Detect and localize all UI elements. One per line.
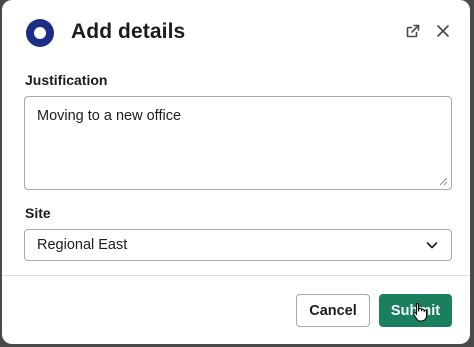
popout-button[interactable] [402, 20, 424, 42]
cancel-button[interactable]: Cancel [296, 294, 370, 327]
close-button[interactable] [432, 20, 454, 42]
submit-button[interactable]: Submit [379, 294, 452, 327]
external-link-icon [406, 24, 420, 38]
close-icon [437, 25, 449, 37]
justification-textarea[interactable]: Moving to a new office [24, 96, 452, 190]
site-label: Site [25, 205, 51, 221]
site-selected-value: Regional East [37, 237, 128, 253]
app-logo-icon [26, 19, 54, 47]
justification-value: Moving to a new office [37, 108, 182, 124]
chevron-down-icon [426, 242, 438, 249]
footer-divider [2, 275, 470, 276]
dialog-title: Add details [71, 20, 186, 43]
resize-grip-icon[interactable] [439, 177, 448, 186]
add-details-dialog: Add details Justification Moving to a ne… [2, 0, 470, 344]
dialog-header: Add details [2, 0, 470, 64]
site-select[interactable]: Regional East [24, 229, 452, 261]
justification-label: Justification [25, 72, 108, 88]
